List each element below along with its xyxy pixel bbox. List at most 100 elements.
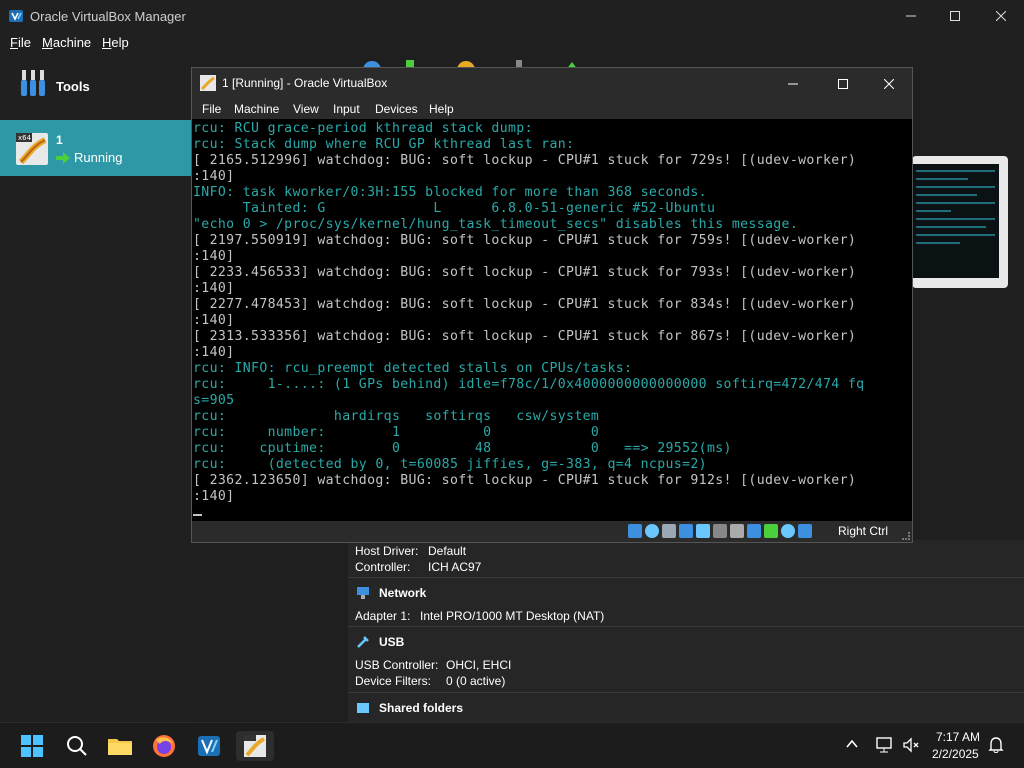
vm-title-bar[interactable]: 1 [Running] - Oracle VirtualBox [192, 68, 912, 99]
vm-menu-view[interactable]: View [293, 102, 319, 116]
console-line: rcu: number: 1 0 0 [193, 425, 600, 440]
menu-file[interactable]: File [10, 35, 31, 50]
vm-name: 1 [56, 133, 63, 147]
virtualbox-logo-icon [9, 10, 23, 22]
tools-label: Tools [56, 79, 90, 94]
vm-list-item[interactable]: x64 1 Running [0, 120, 192, 176]
clock-time[interactable]: 7:17 AM [936, 730, 980, 744]
keyboard-icon[interactable] [798, 524, 812, 538]
windows-taskbar: 7:17 AM 2/2/2025 [0, 722, 1024, 768]
search-button[interactable] [61, 731, 93, 761]
vm-menu-file[interactable]: File [202, 102, 221, 116]
svg-text:x64: x64 [18, 134, 32, 142]
minimize-button[interactable] [888, 0, 934, 32]
console-line: Tainted: G L 6.8.0-51-generic #52-Ubuntu [193, 201, 716, 216]
network-section-header[interactable]: Network [348, 577, 1024, 607]
vm-taskbar-icon [244, 735, 266, 757]
network-section-title: Network [379, 586, 427, 600]
maximize-icon [838, 78, 848, 89]
cpu-icon[interactable] [764, 524, 778, 538]
console-line: :140] [193, 345, 235, 360]
machine-sidebar: Tools x64 1 Running [0, 54, 192, 722]
virtualbox-manager-taskbar-button[interactable] [193, 731, 225, 761]
vm-preview-screen [912, 164, 999, 278]
console-line: "echo 0 > /proc/sys/kernel/hung_task_tim… [193, 217, 799, 232]
maximize-icon [950, 11, 960, 21]
vm-window-title: 1 [Running] - Oracle VirtualBox [222, 76, 388, 90]
shared-folder-icon [357, 703, 369, 713]
volume-muted-icon[interactable] [902, 736, 920, 754]
console-line: :140] [193, 249, 235, 264]
vm-menu-machine[interactable]: Machine [234, 102, 279, 116]
hard-disk-icon[interactable] [628, 524, 642, 538]
usb-status-icon[interactable] [696, 524, 710, 538]
console-line: :140] [193, 281, 235, 296]
mouse-integration-icon[interactable] [781, 524, 795, 538]
console-line: :140] [193, 169, 235, 184]
usb-section-header[interactable]: USB [348, 626, 1024, 656]
resize-grip[interactable] [902, 532, 910, 540]
firefox-button[interactable] [148, 731, 180, 761]
minimize-icon [906, 15, 916, 17]
notification-bell-icon[interactable] [988, 736, 1004, 754]
vm-menu-devices[interactable]: Devices [375, 102, 418, 116]
network-icon [357, 587, 369, 599]
network-status-icon[interactable] [679, 524, 693, 538]
console-line: rcu: INFO: rcu_preempt detected stalls o… [193, 361, 633, 376]
console-line: rcu: hardirqs softirqs csw/system [193, 409, 600, 424]
start-button[interactable] [16, 731, 48, 761]
console-line: [ 2313.533356] watchdog: BUG: soft locku… [193, 329, 857, 344]
manager-title-bar[interactable]: Oracle VirtualBox Manager [0, 0, 1024, 32]
vm-taskbar-button[interactable] [236, 731, 274, 761]
menu-machine[interactable]: Machine [42, 35, 91, 50]
minimize-icon [788, 83, 798, 84]
vm-status-icons [628, 524, 812, 538]
ubuntu-vm-icon: x64 [16, 133, 48, 165]
close-icon [996, 11, 1006, 21]
vm-window-icon [200, 75, 216, 91]
vm-status-bar: Right Ctrl [192, 521, 912, 542]
usb-filters-value: 0 (0 active) [446, 674, 506, 688]
console-line: rcu: Stack dump where RCU GP kthread las… [193, 137, 575, 152]
guest-console-output[interactable]: rcu: RCU grace-period kthread stack dump… [192, 119, 912, 521]
shared-folders-section-header[interactable]: Shared folders [348, 692, 1024, 722]
menu-help[interactable]: Help [102, 35, 129, 50]
recording-icon[interactable] [747, 524, 761, 538]
close-button[interactable] [978, 0, 1024, 32]
vm-minimize-button[interactable] [770, 68, 816, 99]
console-cursor-line [193, 505, 911, 521]
tools-item[interactable]: Tools [0, 54, 192, 120]
shared-folders-status-icon[interactable] [713, 524, 727, 538]
optical-drive-icon[interactable] [645, 524, 659, 538]
vm-close-button[interactable] [866, 68, 912, 99]
folder-icon [108, 739, 132, 755]
windows-logo-icon [21, 735, 43, 757]
text-cursor [193, 514, 202, 516]
audio-icon[interactable] [662, 524, 676, 538]
audio-host-driver-value: Default [428, 544, 467, 558]
maximize-button[interactable] [932, 0, 978, 32]
vm-maximize-button[interactable] [820, 68, 866, 99]
vm-preview-thumbnail [912, 156, 1008, 288]
display-icon[interactable] [730, 524, 744, 538]
console-line: INFO: task kworker/0:3H:155 blocked for … [193, 185, 707, 200]
vm-state-label: Running [74, 150, 123, 165]
console-line: rcu: RCU grace-period kthread stack dump… [193, 121, 533, 136]
audio-controller-value: ICH AC97 [428, 560, 482, 574]
clock-date[interactable]: 2/2/2025 [932, 747, 979, 761]
file-explorer-button[interactable] [104, 731, 136, 761]
vm-menu-bar: File Machine View Input Devices Help [192, 99, 912, 119]
vm-console-window[interactable]: 1 [Running] - Oracle VirtualBox File Mac… [191, 67, 913, 543]
console-line: [ 2233.456533] watchdog: BUG: soft locku… [193, 265, 857, 280]
console-line: [ 2362.123650] watchdog: BUG: soft locku… [193, 473, 857, 488]
manager-menu-bar: File Machine Help [0, 32, 1024, 54]
vm-menu-input[interactable]: Input [333, 102, 360, 116]
network-tray-icon[interactable] [876, 736, 894, 754]
chevron-up-icon[interactable] [846, 739, 858, 749]
vm-menu-help[interactable]: Help [429, 102, 454, 116]
close-icon [884, 78, 894, 89]
console-line: :140] [193, 489, 235, 504]
shared-folders-section-title: Shared folders [379, 701, 464, 715]
console-line: [ 2197.550919] watchdog: BUG: soft locku… [193, 233, 857, 248]
host-key-label[interactable]: Right Ctrl [838, 524, 888, 538]
